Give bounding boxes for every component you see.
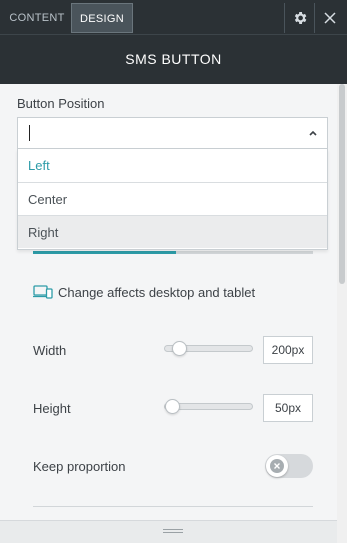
device-tab-inactive-indicator[interactable] (176, 251, 313, 254)
button-position-label: Button Position (17, 96, 105, 111)
keep-proportion-toggle[interactable] (265, 454, 313, 478)
text-caret (29, 125, 30, 141)
tab-content[interactable]: CONTENT (4, 3, 70, 33)
panel-header: CONTENT DESIGN SMS BUTTON (0, 0, 347, 84)
option-right[interactable]: Right (18, 215, 327, 248)
height-slider[interactable] (164, 399, 253, 414)
tab-design[interactable]: DESIGN (71, 3, 133, 33)
width-input[interactable]: 200px (263, 336, 313, 364)
height-label: Height (33, 401, 71, 416)
resize-grip-icon[interactable] (163, 529, 183, 535)
button-position-options: Left Center Right (17, 149, 328, 250)
height-slider-handle[interactable] (165, 399, 180, 414)
close-icon (323, 12, 336, 24)
chevron-up-icon[interactable] (307, 127, 319, 139)
height-input[interactable]: 50px (263, 394, 313, 422)
settings-button[interactable] (284, 3, 314, 33)
resize-bar[interactable] (0, 520, 337, 543)
keep-proportion-label: Keep proportion (33, 459, 126, 474)
section-divider (33, 506, 313, 507)
device-tab-active-indicator[interactable] (33, 251, 176, 254)
width-label: Width (33, 343, 67, 358)
option-center[interactable]: Center (18, 182, 327, 215)
gear-icon (294, 12, 306, 24)
x-icon (270, 459, 284, 473)
option-left[interactable]: Left (18, 149, 327, 182)
scrollbar-thumb[interactable] (339, 84, 345, 284)
width-slider[interactable] (164, 341, 253, 356)
device-note-text: Change affects desktop and tablet (58, 284, 256, 300)
device-note: Change affects desktop and tablet (33, 284, 255, 300)
scrollbar[interactable] (337, 84, 347, 543)
close-button[interactable] (314, 3, 344, 33)
panel-title: SMS BUTTON (125, 51, 222, 67)
button-position-select[interactable] (17, 117, 328, 149)
sms-button-panel: CONTENT DESIGN SMS BUTTON Button Positio… (0, 0, 347, 543)
toggle-handle (266, 455, 288, 477)
devices-icon (33, 285, 53, 299)
width-slider-handle[interactable] (172, 341, 187, 356)
